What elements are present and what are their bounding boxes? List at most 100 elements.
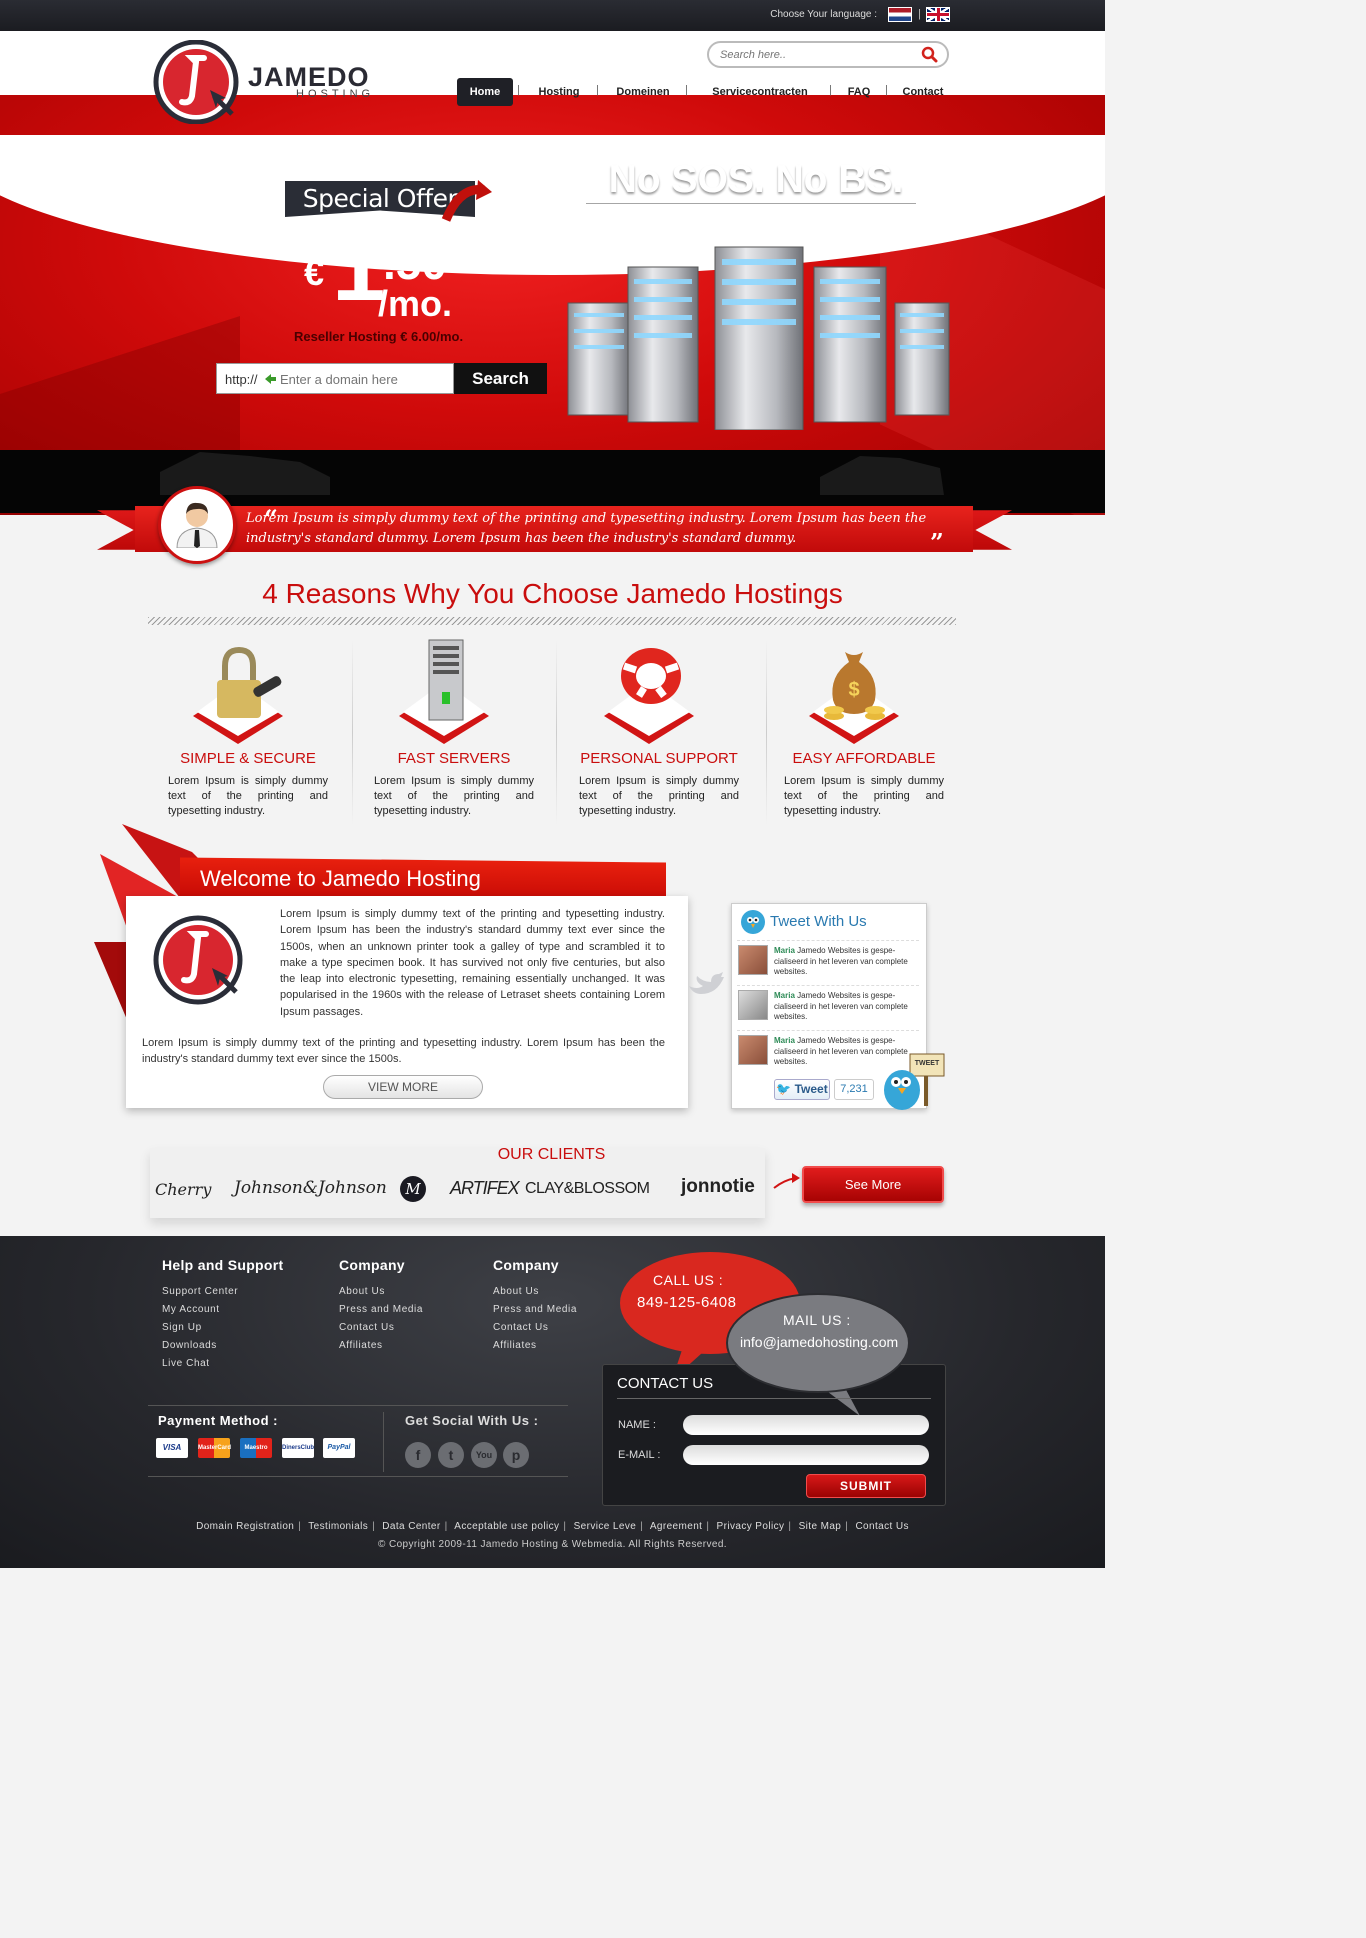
nav-faq[interactable]: FAQ [841, 78, 877, 106]
nav-home[interactable]: Home [457, 78, 513, 106]
name-field[interactable] [683, 1415, 929, 1435]
reason-title: PERSONAL SUPPORT [580, 750, 738, 767]
footer-link[interactable]: Affiliates [339, 1340, 383, 1351]
client-logo-clay-blossom[interactable]: CLAY&BLOSSOM [525, 1180, 650, 1198]
server-icon [399, 639, 489, 744]
bottom-link[interactable]: Agreement [650, 1521, 703, 1532]
flag-separator: | [918, 8, 921, 20]
welcome-paragraph: Lorem Ipsum is simply dummy text of the … [142, 1037, 665, 1066]
bottom-link[interactable]: Privacy Policy [717, 1521, 785, 1532]
price-currency: € [304, 252, 325, 293]
footer-link[interactable]: My Account [162, 1304, 220, 1315]
email-label: E-MAIL : [618, 1449, 661, 1461]
footer-link[interactable]: Live Chat [162, 1358, 210, 1369]
uk-flag-icon[interactable] [926, 7, 950, 22]
tweet-text: Maria Jamedo Websites is gespe-cialiseer… [774, 946, 919, 978]
client-logo-johnson[interactable]: Johnson&Johnson [234, 1178, 387, 1198]
svg-text:$: $ [848, 679, 859, 701]
nav-servicecontracten[interactable]: Servicecontracten [700, 78, 820, 106]
money-bag-icon: $ [809, 652, 899, 744]
nav-contact[interactable]: Contact [897, 78, 949, 106]
reason-text: Lorem Ipsum is simply dummy text of the … [374, 775, 534, 817]
bottom-link[interactable]: Site Map [799, 1521, 842, 1532]
email-field[interactable] [683, 1445, 929, 1465]
footer-link[interactable]: Downloads [162, 1340, 217, 1351]
domain-search-box: http:// [216, 363, 454, 394]
footer-link[interactable]: Affiliates [493, 1340, 537, 1351]
tweet-author[interactable]: Maria [774, 946, 795, 955]
column-divider [352, 640, 353, 825]
footer-link[interactable]: Support Center [162, 1286, 238, 1297]
client-logo-artifex[interactable]: ARTIFEX [450, 1178, 520, 1199]
slogan-divider [586, 203, 916, 204]
tweet-button-label: Tweet [794, 1082, 828, 1096]
client-logo-cherry[interactable]: Cherry [155, 1180, 211, 1199]
facebook-icon[interactable]: f [405, 1442, 431, 1468]
column-divider [556, 640, 557, 825]
hero-slogan: No SOS. No BS. [608, 158, 904, 201]
youtube-icon[interactable]: You [471, 1442, 497, 1468]
twitter-icon[interactable]: t [438, 1442, 464, 1468]
jamedo-logo-icon[interactable] [152, 40, 242, 124]
nav-domeinen[interactable]: Domeinen [609, 78, 677, 106]
footer-link[interactable]: Sign Up [162, 1322, 202, 1333]
twitter-bird-icon [689, 972, 724, 994]
tweet-author[interactable]: Maria [774, 1036, 795, 1045]
email-address[interactable]: info@jamedohosting.com [740, 1334, 898, 1350]
pinterest-icon[interactable]: p [503, 1442, 529, 1468]
search-input[interactable] [720, 47, 910, 63]
tweet-author[interactable]: Maria [774, 991, 795, 1000]
lifebuoy-icon [604, 648, 694, 744]
see-more-button[interactable]: See More [802, 1166, 944, 1203]
client-logo-jonnotie[interactable]: jonnotie [681, 1176, 755, 1198]
footer-link[interactable]: Press and Media [493, 1304, 577, 1315]
bottom-link[interactable]: Testimonials [308, 1521, 368, 1532]
domain-search-button[interactable]: Search [454, 363, 547, 394]
link-separator: | [298, 1521, 302, 1532]
footer-link[interactable]: Press and Media [339, 1304, 423, 1315]
domain-input[interactable] [280, 370, 450, 388]
link-separator: | [845, 1521, 849, 1532]
bottom-link[interactable]: Data Center [382, 1521, 440, 1532]
bottom-link[interactable]: Contact Us [855, 1521, 908, 1532]
rock-shapes [160, 452, 944, 495]
diners-club-icon: DinersClub [282, 1438, 314, 1458]
footer-column-title: Company [493, 1257, 559, 1273]
submit-button[interactable]: SUBMIT [806, 1474, 926, 1498]
client-logo-m[interactable]: M [400, 1176, 426, 1202]
footer-link[interactable]: About Us [493, 1286, 539, 1297]
contact-divider [617, 1398, 931, 1399]
reason-text: Lorem Ipsum is simply dummy text of the … [784, 775, 944, 817]
search-icon[interactable] [921, 46, 938, 63]
nav-hosting[interactable]: Hosting [529, 78, 589, 106]
bottom-link[interactable]: Acceptable use policy [454, 1521, 559, 1532]
bottom-link[interactable]: Service Leve [574, 1521, 637, 1532]
footer-divider [148, 1476, 568, 1477]
mastercard-icon: MasterCard [198, 1438, 231, 1458]
dutch-flag-icon[interactable] [888, 7, 912, 22]
footer-link[interactable]: Contact Us [339, 1322, 394, 1333]
footer-divider [148, 1405, 568, 1406]
call-label: CALL US : [653, 1272, 724, 1288]
tweet-count: 7,231 [834, 1079, 874, 1100]
reason-text: Lorem Ipsum is simply dummy text of the … [579, 775, 739, 817]
server-rack-illustration [567, 246, 950, 430]
copyright: © Copyright 2009-11 Jamedo Hosting & Web… [378, 1539, 727, 1550]
reason-title: SIMPLE & SECURE [180, 750, 316, 767]
welcome-paragraph: Lorem Ipsum is simply dummy text of the … [280, 908, 665, 1018]
price-cents: .50 [383, 237, 447, 289]
phone-number[interactable]: 849-125-6408 [637, 1294, 736, 1311]
tweet-button[interactable]: 🐦 Tweet [774, 1079, 830, 1100]
hatched-divider [148, 617, 956, 625]
footer-link[interactable]: Contact Us [493, 1322, 548, 1333]
tweet-avatar [738, 990, 768, 1020]
view-more-button[interactable]: VIEW MORE [323, 1075, 483, 1099]
link-separator: | [788, 1521, 792, 1532]
footer-column-title: Help and Support [162, 1257, 284, 1273]
green-arrow-icon [265, 374, 276, 384]
bottom-link[interactable]: Domain Registration [196, 1521, 294, 1532]
tweet-widget-title: Tweet With Us [770, 913, 867, 930]
nav-separator: | [517, 84, 520, 96]
mascot-sign: TWEET [915, 1060, 940, 1067]
footer-link[interactable]: About Us [339, 1286, 385, 1297]
